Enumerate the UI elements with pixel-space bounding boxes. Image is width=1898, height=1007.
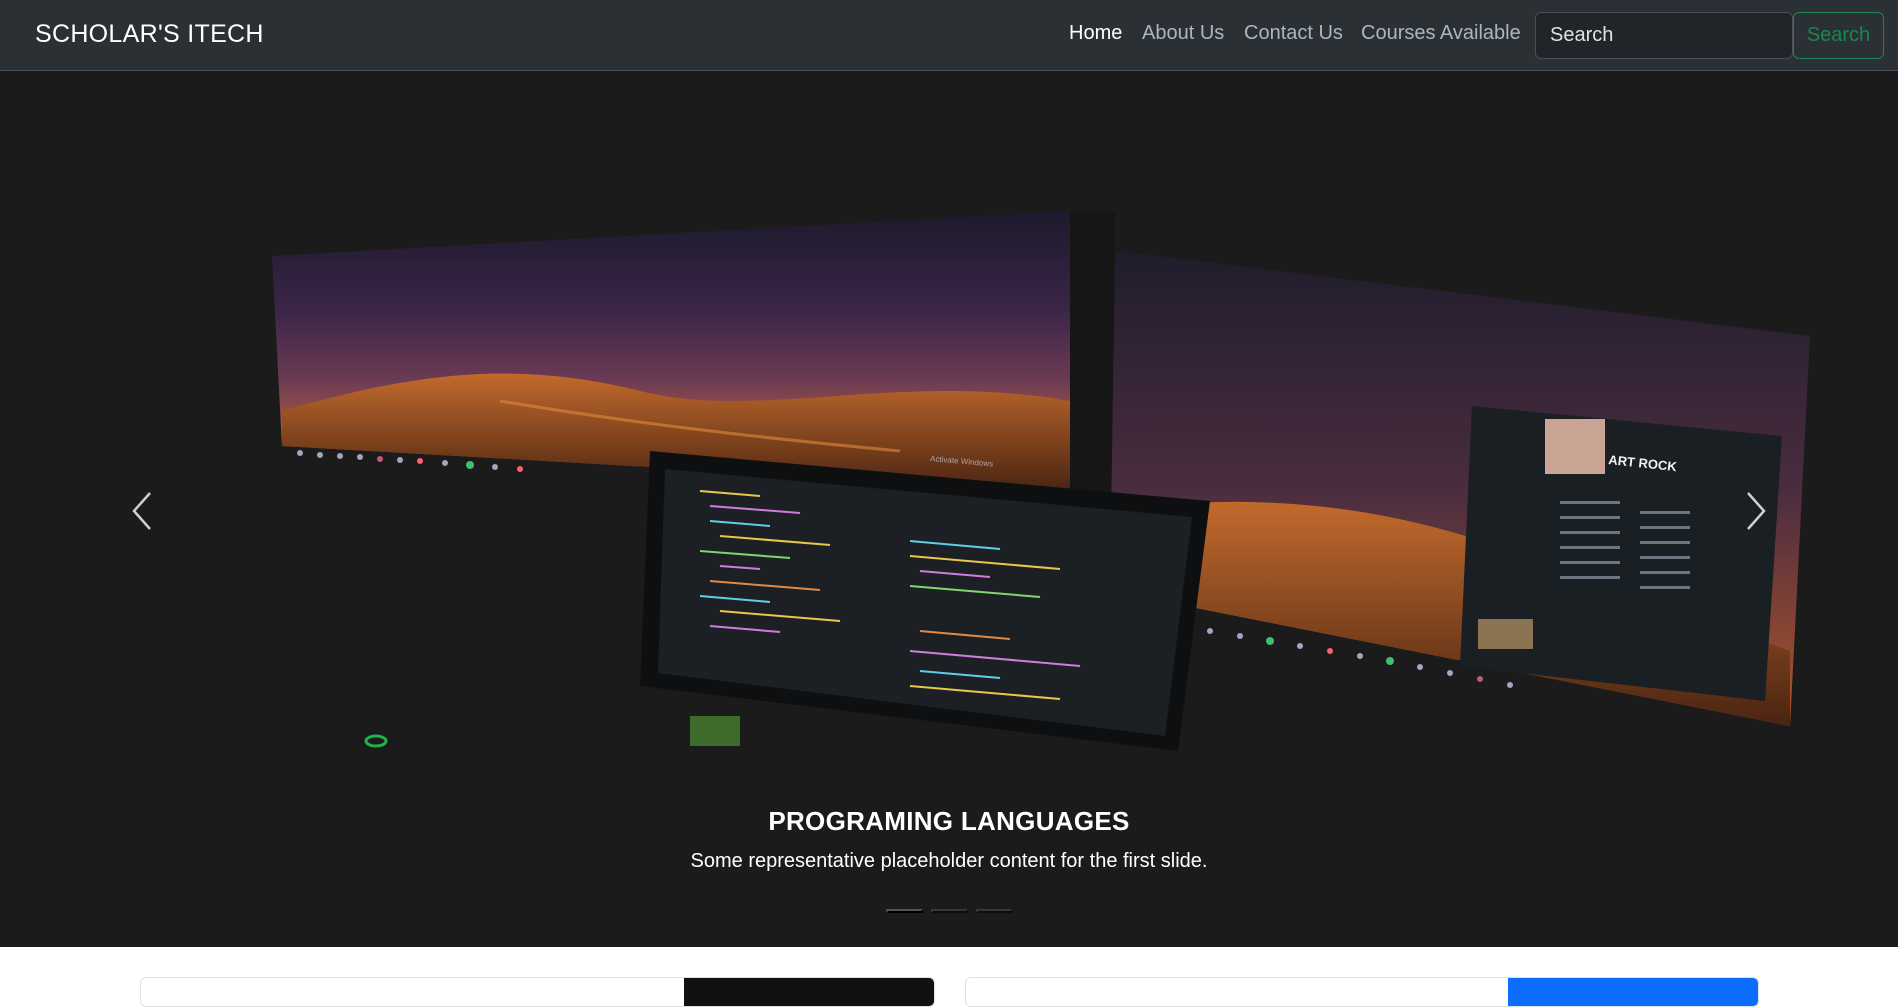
carousel-indicator-3[interactable]	[976, 909, 1013, 913]
search-button[interactable]: Search	[1793, 12, 1884, 59]
nav-link-home[interactable]: Home	[1069, 22, 1122, 45]
nav-link-about-us[interactable]: About Us	[1142, 22, 1224, 45]
course-card-2	[965, 977, 1759, 1007]
left-monitor	[272, 211, 1115, 496]
carousel-indicator-2[interactable]	[931, 909, 968, 913]
laptop: Activate Windows	[640, 451, 1210, 751]
carousel-indicator-1[interactable]	[886, 909, 923, 913]
hero-carousel: ART ROCK Activate Windows PROGRAMING LAN…	[0, 71, 1898, 947]
course-card-1	[140, 977, 935, 1007]
search-input[interactable]	[1535, 12, 1793, 59]
slide-caption-title: PROGRAMING LANGUAGES	[768, 806, 1130, 836]
course-card-1-image	[684, 978, 934, 1006]
nav-link-courses-available[interactable]: Courses Available	[1361, 22, 1521, 45]
brand-link[interactable]: SCHOLAR'S ITECH	[35, 20, 264, 49]
carousel-next-button[interactable]	[1736, 481, 1776, 541]
carousel-prev-button[interactable]	[122, 481, 162, 541]
nav-link-contact-us[interactable]: Contact Us	[1244, 22, 1343, 45]
right-monitor: ART ROCK	[1110, 251, 1810, 726]
chevron-right-icon	[1747, 492, 1766, 530]
course-card-2-image	[1508, 978, 1758, 1006]
chevron-left-icon	[132, 492, 151, 530]
slide-caption-text: Some representative placeholder content …	[690, 850, 1208, 872]
navbar: SCHOLAR'S ITECH Home About Us Contact Us…	[0, 0, 1898, 71]
